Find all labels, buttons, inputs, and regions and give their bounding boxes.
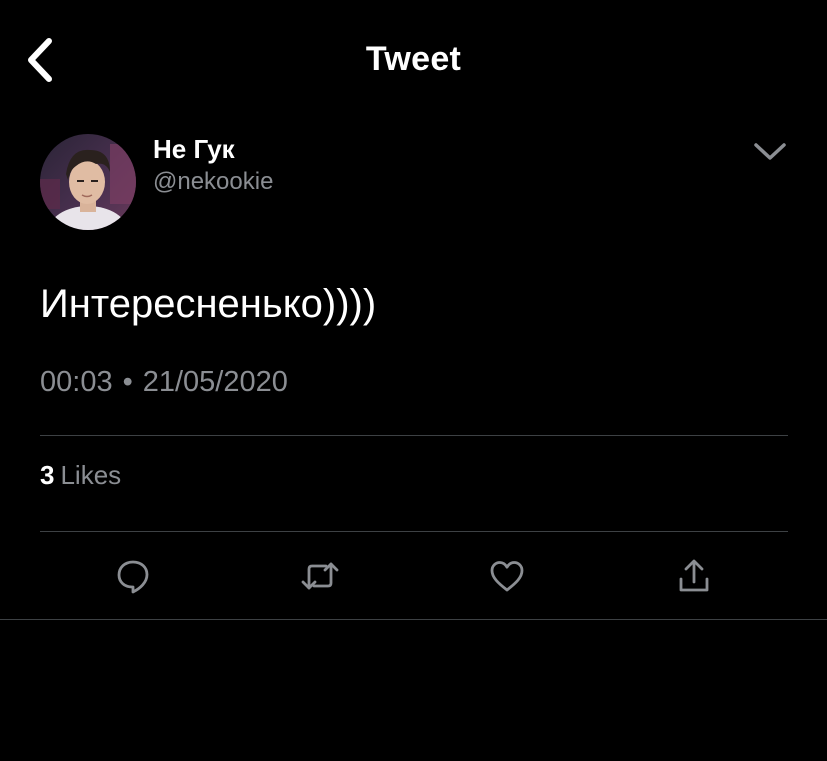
reply-icon [117, 560, 149, 594]
tweet-text: Интересненько)))) [40, 282, 377, 326]
avatar[interactable] [40, 134, 136, 230]
more-options-button[interactable] [752, 138, 788, 166]
divider [0, 619, 827, 620]
top-bar: Tweet [0, 0, 827, 120]
page-title: Tweet [365, 40, 462, 78]
reply-button[interactable] [111, 554, 155, 598]
like-button[interactable] [485, 554, 529, 598]
tweet-date: 21/05/2020 [142, 366, 288, 398]
chevron-down-icon [754, 143, 786, 160]
likes-label: Likes [60, 460, 122, 490]
likes-count: 3 [40, 460, 55, 490]
tweet-author: Не Гук @nekookie [40, 134, 788, 234]
share-icon [679, 559, 709, 592]
share-button[interactable] [672, 554, 716, 598]
meta-separator: • [122, 366, 133, 398]
divider [40, 435, 788, 436]
retweet-icon [301, 562, 339, 590]
tweet-time: 00:03 [40, 366, 113, 398]
retweet-button[interactable] [298, 554, 342, 598]
divider [40, 531, 788, 532]
author-display-name[interactable]: Не Гук [153, 134, 235, 165]
avatar-image [40, 134, 136, 230]
heart-icon [490, 561, 524, 592]
likes-stat[interactable]: 3 Likes [40, 460, 121, 491]
tweet-actions-bar [0, 550, 827, 600]
author-handle: @nekookie [153, 168, 274, 195]
tweet-timestamp: 00:03 • 21/05/2020 [40, 366, 288, 399]
